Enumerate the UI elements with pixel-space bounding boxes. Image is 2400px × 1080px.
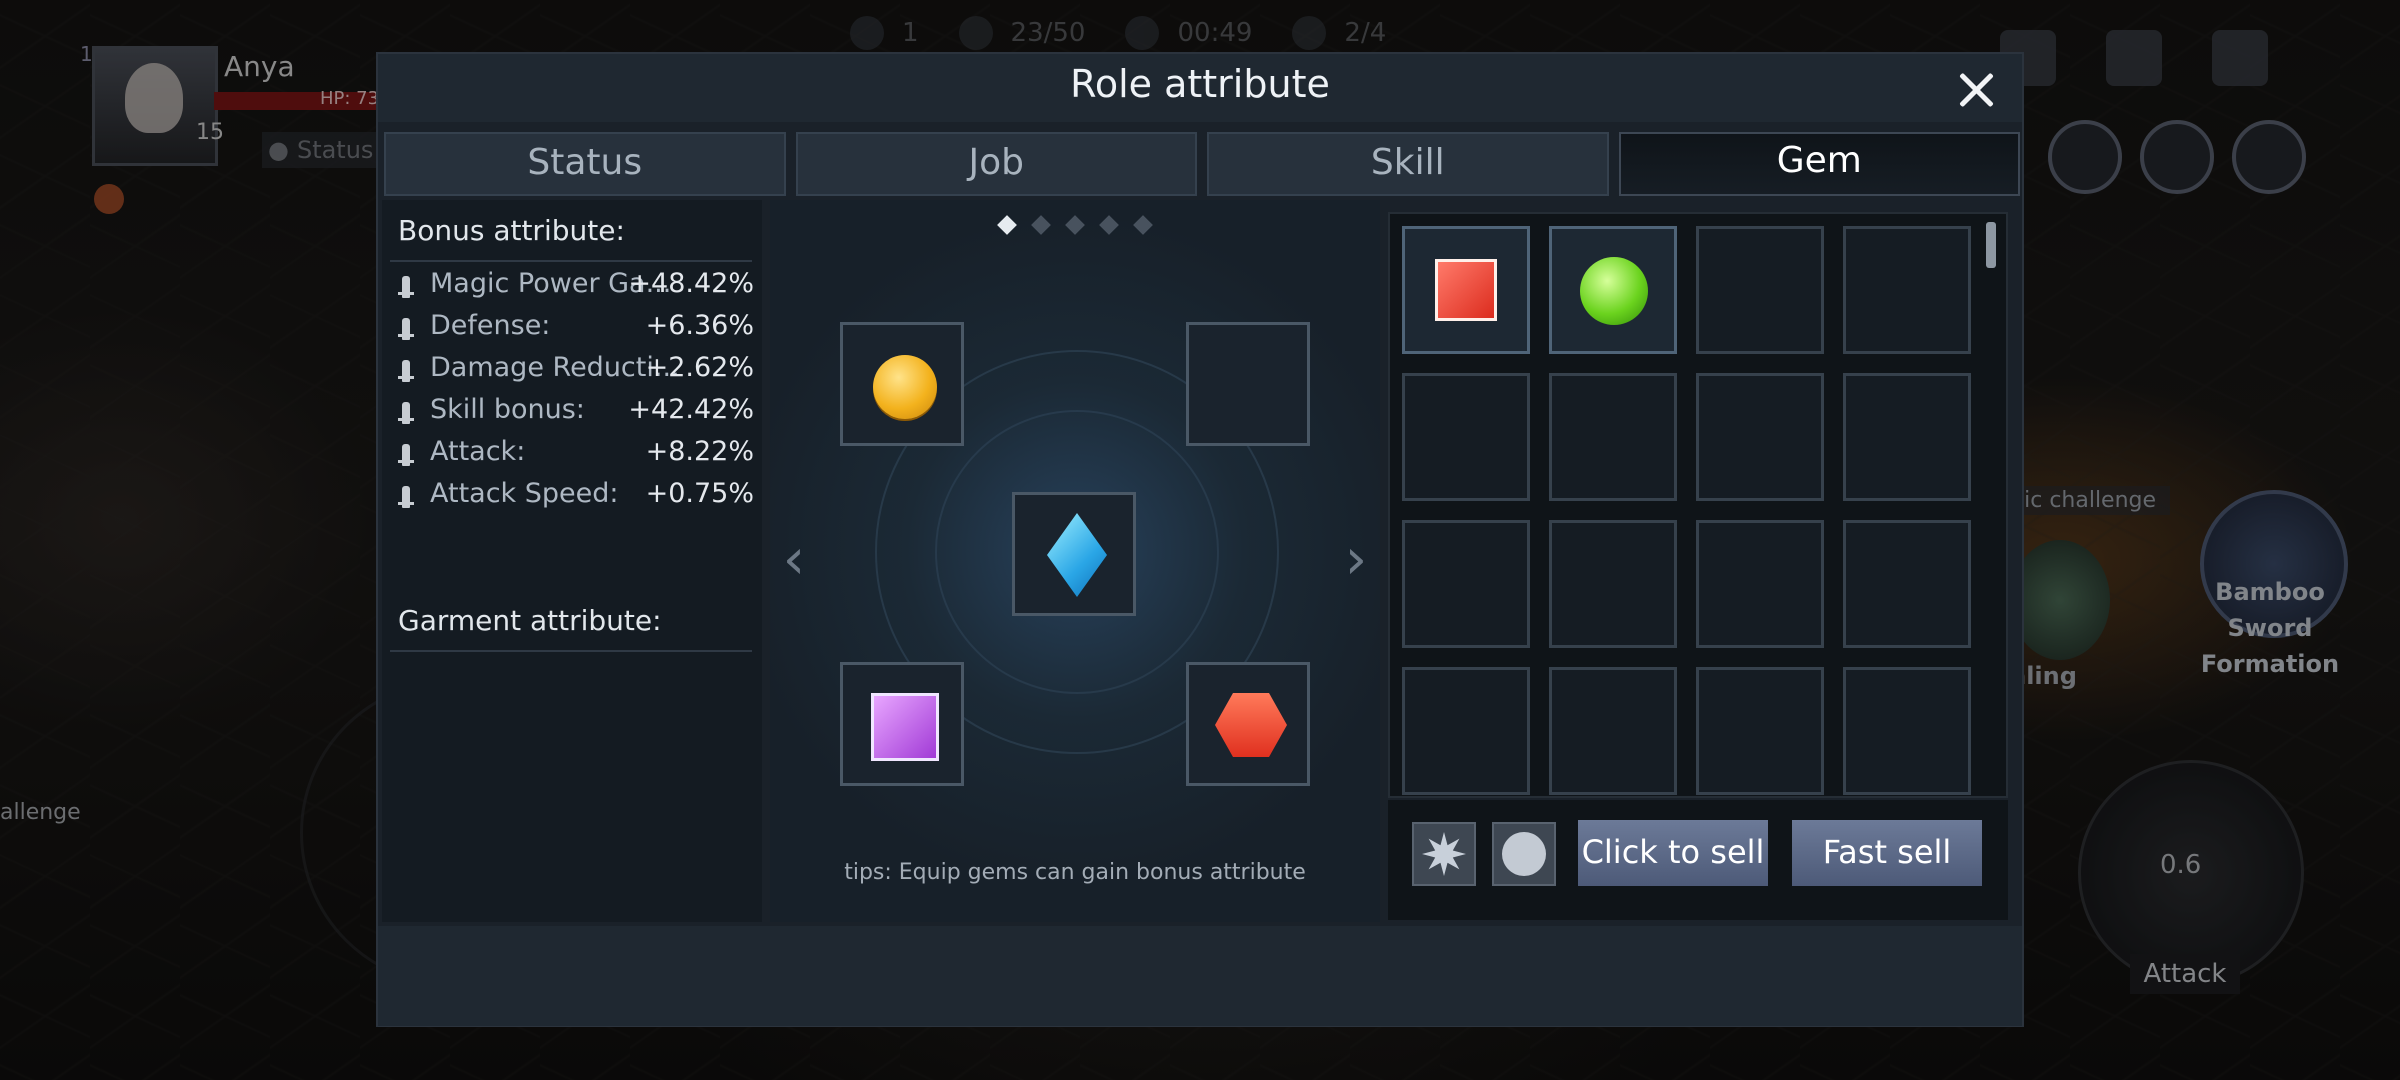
page-dot[interactable] (1099, 215, 1119, 235)
gem-slot-top-right[interactable] (1186, 322, 1310, 446)
inventory-slot[interactable] (1696, 520, 1824, 648)
attribute-value: +0.75% (645, 478, 754, 509)
tab-status[interactable]: Status (384, 132, 786, 196)
attribute-value: +2.62% (645, 352, 754, 383)
inventory-slot[interactable] (1843, 520, 1971, 648)
sword-icon (398, 402, 414, 424)
tips-text: tips: Equip gems can gain bonus attribut… (844, 860, 1306, 885)
green-gem-icon (1580, 257, 1648, 325)
inventory-slot[interactable] (1549, 373, 1677, 501)
role-attribute-dialog: Role attribute Status Job Skill Gem Bonu… (376, 52, 2024, 1027)
inventory-slot[interactable] (1549, 520, 1677, 648)
prev-page-arrow-icon[interactable]: ‹ (774, 530, 814, 590)
attribute-row: Damage Reducti... +2.62% (394, 352, 754, 394)
inventory-slot[interactable] (1843, 373, 1971, 501)
dialog-title: Role attribute (1070, 62, 1330, 106)
inventory-slot[interactable] (1696, 373, 1824, 501)
attribute-value: +42.42% (628, 394, 754, 425)
attribute-row: Defense: +6.36% (394, 310, 754, 352)
attribute-value: +6.36% (645, 310, 754, 341)
red-hexagon-gem-icon (1215, 693, 1287, 757)
inventory-slot[interactable] (1696, 667, 1824, 795)
inventory-scrollbar[interactable] (1986, 222, 1996, 268)
attribute-row: Magic Power Ga... +48.42% (394, 268, 754, 310)
attribute-row: Skill bonus: +42.42% (394, 394, 754, 436)
attribute-name: Defense: (430, 310, 551, 341)
dialog-footer (378, 926, 2022, 1026)
tab-job[interactable]: Job (795, 132, 1197, 196)
inventory-grid (1402, 226, 1971, 795)
red-gem-icon (1435, 259, 1497, 321)
sword-icon (398, 360, 414, 382)
circle-icon (1502, 832, 1546, 876)
inventory-actions: Click to sell Fast sell (1388, 800, 2008, 920)
sword-icon (398, 486, 414, 508)
inventory-slot[interactable] (1843, 667, 1971, 795)
click-to-sell-button[interactable]: Click to sell (1578, 820, 1768, 886)
inventory-slot[interactable] (1402, 667, 1530, 795)
page-dot-active[interactable] (997, 215, 1017, 235)
close-button[interactable] (1950, 64, 2002, 116)
next-page-arrow-icon[interactable]: › (1336, 530, 1376, 590)
inventory-slot[interactable] (1549, 667, 1677, 795)
bonus-attribute-list: Magic Power Ga... +48.42% Defense: +6.36… (394, 268, 754, 520)
page-dot[interactable] (1065, 215, 1085, 235)
filter-circle-button[interactable] (1492, 822, 1556, 886)
inventory-slot[interactable] (1696, 226, 1824, 354)
sword-icon (398, 276, 414, 298)
inventory-slot[interactable] (1843, 226, 1971, 354)
attribute-name: Attack: (430, 436, 526, 467)
inventory-slot[interactable] (1549, 226, 1677, 354)
attribute-name: Skill bonus: (430, 394, 585, 425)
bonus-attribute-title: Bonus attribute: (398, 214, 625, 247)
purple-gem-icon (871, 693, 939, 761)
tab-gem[interactable]: Gem (1618, 132, 2020, 196)
dialog-header: Role attribute (378, 54, 2022, 122)
sword-icon (398, 318, 414, 340)
tab-skill[interactable]: Skill (1207, 132, 1609, 196)
attribute-value: +48.42% (628, 268, 754, 299)
attribute-panel: Bonus attribute: Magic Power Ga... +48.4… (382, 200, 762, 922)
garment-attribute-title: Garment attribute: (398, 604, 662, 637)
divider (390, 260, 752, 262)
gem-slot-center[interactable] (1012, 492, 1136, 616)
inventory-slot[interactable] (1402, 520, 1530, 648)
attribute-row: Attack Speed: +0.75% (394, 478, 754, 520)
divider (390, 650, 752, 652)
attribute-value: +8.22% (645, 436, 754, 467)
tab-bar: Status Job Skill Gem (380, 132, 2024, 198)
fast-sell-button[interactable]: Fast sell (1792, 820, 1982, 886)
gem-slot-bottom-left[interactable] (840, 662, 964, 786)
gem-socket-panel: ‹ › tips: Equip gems can gain bonus attr… (770, 200, 1380, 922)
gem-slot-bottom-right[interactable] (1186, 662, 1310, 786)
page-dot[interactable] (1133, 215, 1153, 235)
attribute-name: Damage Reducti... (430, 352, 680, 383)
inventory-slot[interactable] (1402, 226, 1530, 354)
star-icon (1422, 832, 1466, 876)
page-dot[interactable] (1031, 215, 1051, 235)
page-indicator (770, 215, 1380, 235)
attribute-name: Attack Speed: (430, 478, 619, 509)
filter-star-button[interactable] (1412, 822, 1476, 886)
gem-inventory (1388, 212, 2008, 798)
sword-icon (398, 444, 414, 466)
yellow-gem-icon (873, 355, 937, 419)
inventory-slot[interactable] (1402, 373, 1530, 501)
gem-slot-top-left[interactable] (840, 322, 964, 446)
blue-diamond-gem-icon (1047, 513, 1107, 597)
attribute-row: Attack: +8.22% (394, 436, 754, 478)
